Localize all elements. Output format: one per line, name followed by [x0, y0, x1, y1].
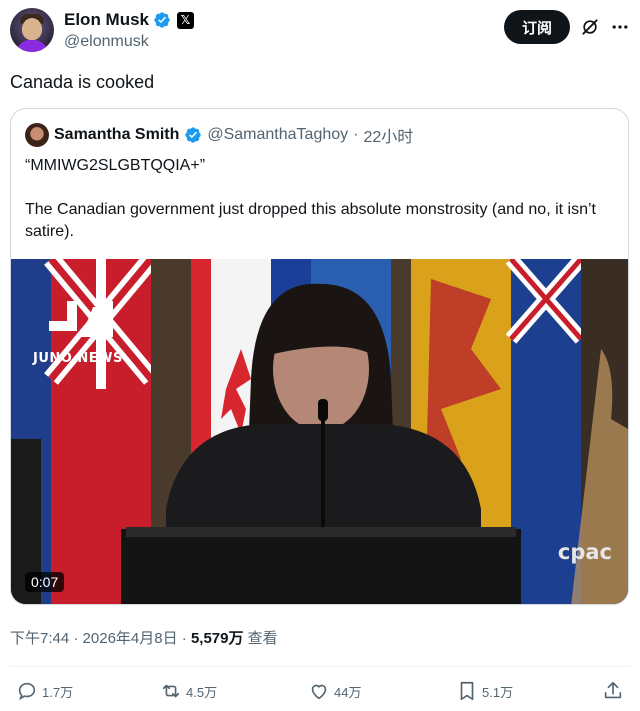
- divider: [10, 666, 630, 667]
- tweet-text: Canada is cooked: [10, 72, 155, 92]
- action-bar: 1.7万 4.5万 44万 5.1万: [10, 680, 630, 704]
- repost-count: 4.5万: [186, 684, 218, 700]
- views-count: 5,579万: [190, 630, 244, 647]
- tweet-metadata: 下午7:44 · 2026年4月8日 · 5,579万 查看: [10, 627, 278, 648]
- bookmark-icon: [460, 681, 474, 701]
- author-name-row: Elon Musk 𝕏: [64, 10, 195, 30]
- quoted-author-handle: @SamanthaTaghoy: [207, 126, 349, 143]
- bookmark-count: 5.1万: [482, 684, 514, 700]
- video-duration: 0:07: [25, 572, 65, 592]
- views-label: 查看: [247, 630, 278, 647]
- juno-news-logo: [49, 301, 113, 337]
- x-logo-icon: 𝕏: [177, 11, 195, 29]
- quoted-timestamp[interactable]: 22小时: [363, 123, 413, 147]
- repost-button[interactable]: 4.5万: [160, 680, 217, 702]
- juno-news-label: JUNO NEWS: [33, 351, 123, 366]
- like-count: 44万: [334, 684, 362, 700]
- share-button[interactable]: [602, 680, 624, 702]
- share-icon: [604, 681, 622, 699]
- quoted-tweet-card[interactable]: Samantha Smith @SamanthaTaghoy · 22小时 “M…: [10, 108, 629, 605]
- subscribe-button[interactable]: 订阅: [504, 10, 570, 44]
- quoted-author-name[interactable]: Samantha Smith: [54, 126, 179, 144]
- video-player[interactable]: JUNO NEWS cpac 0:07: [11, 259, 628, 604]
- reply-button[interactable]: 1.7万: [16, 680, 73, 702]
- avatar[interactable]: [10, 8, 54, 52]
- reply-icon: [18, 682, 36, 701]
- more-icon[interactable]: [610, 17, 630, 37]
- heart-icon: [311, 684, 327, 700]
- repost-icon: [162, 684, 180, 698]
- quoted-author-avatar[interactable]: [25, 123, 49, 147]
- quoted-tweet-text: “MMIWG2SLGBTQQIA+” The Canadian governme…: [25, 157, 596, 240]
- verified-badge-icon: [154, 12, 170, 28]
- bookmark-button[interactable]: 5.1万: [456, 680, 513, 702]
- tweet-header: Elon Musk 𝕏 @elonmusk 订阅: [10, 8, 630, 56]
- like-button[interactable]: 44万: [308, 680, 361, 702]
- reply-count: 1.7万: [42, 684, 74, 700]
- author-display-name[interactable]: Elon Musk: [64, 10, 149, 30]
- author-handle[interactable]: @elonmusk: [64, 33, 149, 51]
- separator-dot: ·: [73, 630, 79, 647]
- grok-icon[interactable]: [580, 17, 600, 37]
- cpac-watermark: cpac: [557, 540, 612, 564]
- separator-dot: ·: [181, 630, 187, 647]
- quoted-tweet-header: Samantha Smith @SamanthaTaghoy · 22小时: [25, 123, 413, 147]
- tweet-time[interactable]: 下午7:44: [10, 630, 69, 647]
- verified-badge-icon: [185, 127, 202, 143]
- separator-dot: ·: [353, 126, 359, 143]
- tweet-date[interactable]: 2026年4月8日: [83, 630, 178, 647]
